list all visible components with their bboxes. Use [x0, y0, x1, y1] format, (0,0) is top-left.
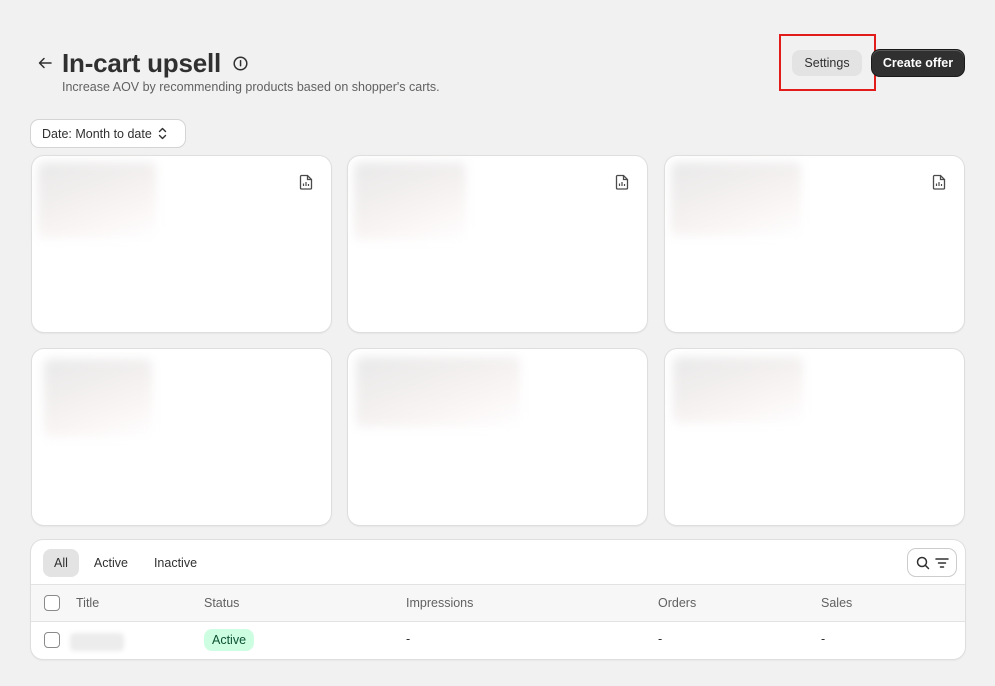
file-chart-icon[interactable]	[615, 174, 629, 190]
metric-card-2	[348, 156, 647, 332]
column-status[interactable]: Status	[204, 596, 239, 610]
info-icon[interactable]	[231, 54, 249, 72]
blurred-metric	[354, 162, 466, 240]
blurred-metric	[673, 357, 803, 423]
column-orders[interactable]: Orders	[658, 596, 696, 610]
date-range-label: Date: Month to date	[42, 126, 152, 141]
arrow-left-icon	[38, 57, 52, 69]
search-filter-button[interactable]	[908, 549, 956, 576]
column-sales[interactable]: Sales	[821, 596, 852, 610]
back-button[interactable]	[34, 52, 56, 74]
metric-card-3	[665, 156, 964, 332]
search-icon	[916, 556, 929, 569]
column-impressions[interactable]: Impressions	[406, 596, 473, 610]
file-chart-icon[interactable]	[299, 174, 313, 190]
chevron-up-down-icon	[158, 127, 166, 140]
offers-table: All Active Inactive Title Status Impress…	[31, 540, 965, 659]
filter-icon	[934, 557, 949, 568]
metric-card-4	[32, 349, 331, 525]
orders-value: -	[658, 632, 663, 646]
status-badge: Active	[204, 629, 255, 651]
table-tabs: All Active Inactive	[43, 549, 208, 577]
tab-inactive[interactable]: Inactive	[143, 549, 208, 577]
table-row[interactable]: Active - - -	[31, 622, 965, 659]
metric-card-6	[665, 349, 964, 525]
column-title[interactable]: Title	[76, 596, 99, 610]
tab-active[interactable]: Active	[83, 549, 139, 577]
file-chart-icon[interactable]	[932, 174, 946, 190]
blurred-metric	[671, 162, 801, 236]
blurred-metric	[38, 162, 156, 238]
select-all-checkbox[interactable]	[44, 595, 60, 611]
metric-card-5	[348, 349, 647, 525]
date-range-picker[interactable]: Date: Month to date	[31, 120, 185, 147]
sales-value: -	[821, 632, 826, 646]
metric-card-1	[32, 156, 331, 332]
impressions-value: -	[406, 632, 411, 646]
title-row: In-cart upsell	[62, 46, 249, 80]
row-checkbox[interactable]	[44, 632, 60, 648]
table-header: Title Status Impressions Orders Sales	[31, 584, 965, 622]
tab-all[interactable]: All	[43, 549, 79, 577]
blurred-metric	[356, 357, 520, 427]
settings-button[interactable]: Settings	[792, 50, 862, 76]
blurred-offer-title[interactable]	[70, 633, 124, 651]
page-subtitle: Increase AOV by recommending products ba…	[62, 80, 440, 94]
page-title: In-cart upsell	[62, 48, 222, 78]
create-offer-button[interactable]: Create offer	[872, 50, 964, 76]
blurred-metric	[44, 359, 152, 437]
